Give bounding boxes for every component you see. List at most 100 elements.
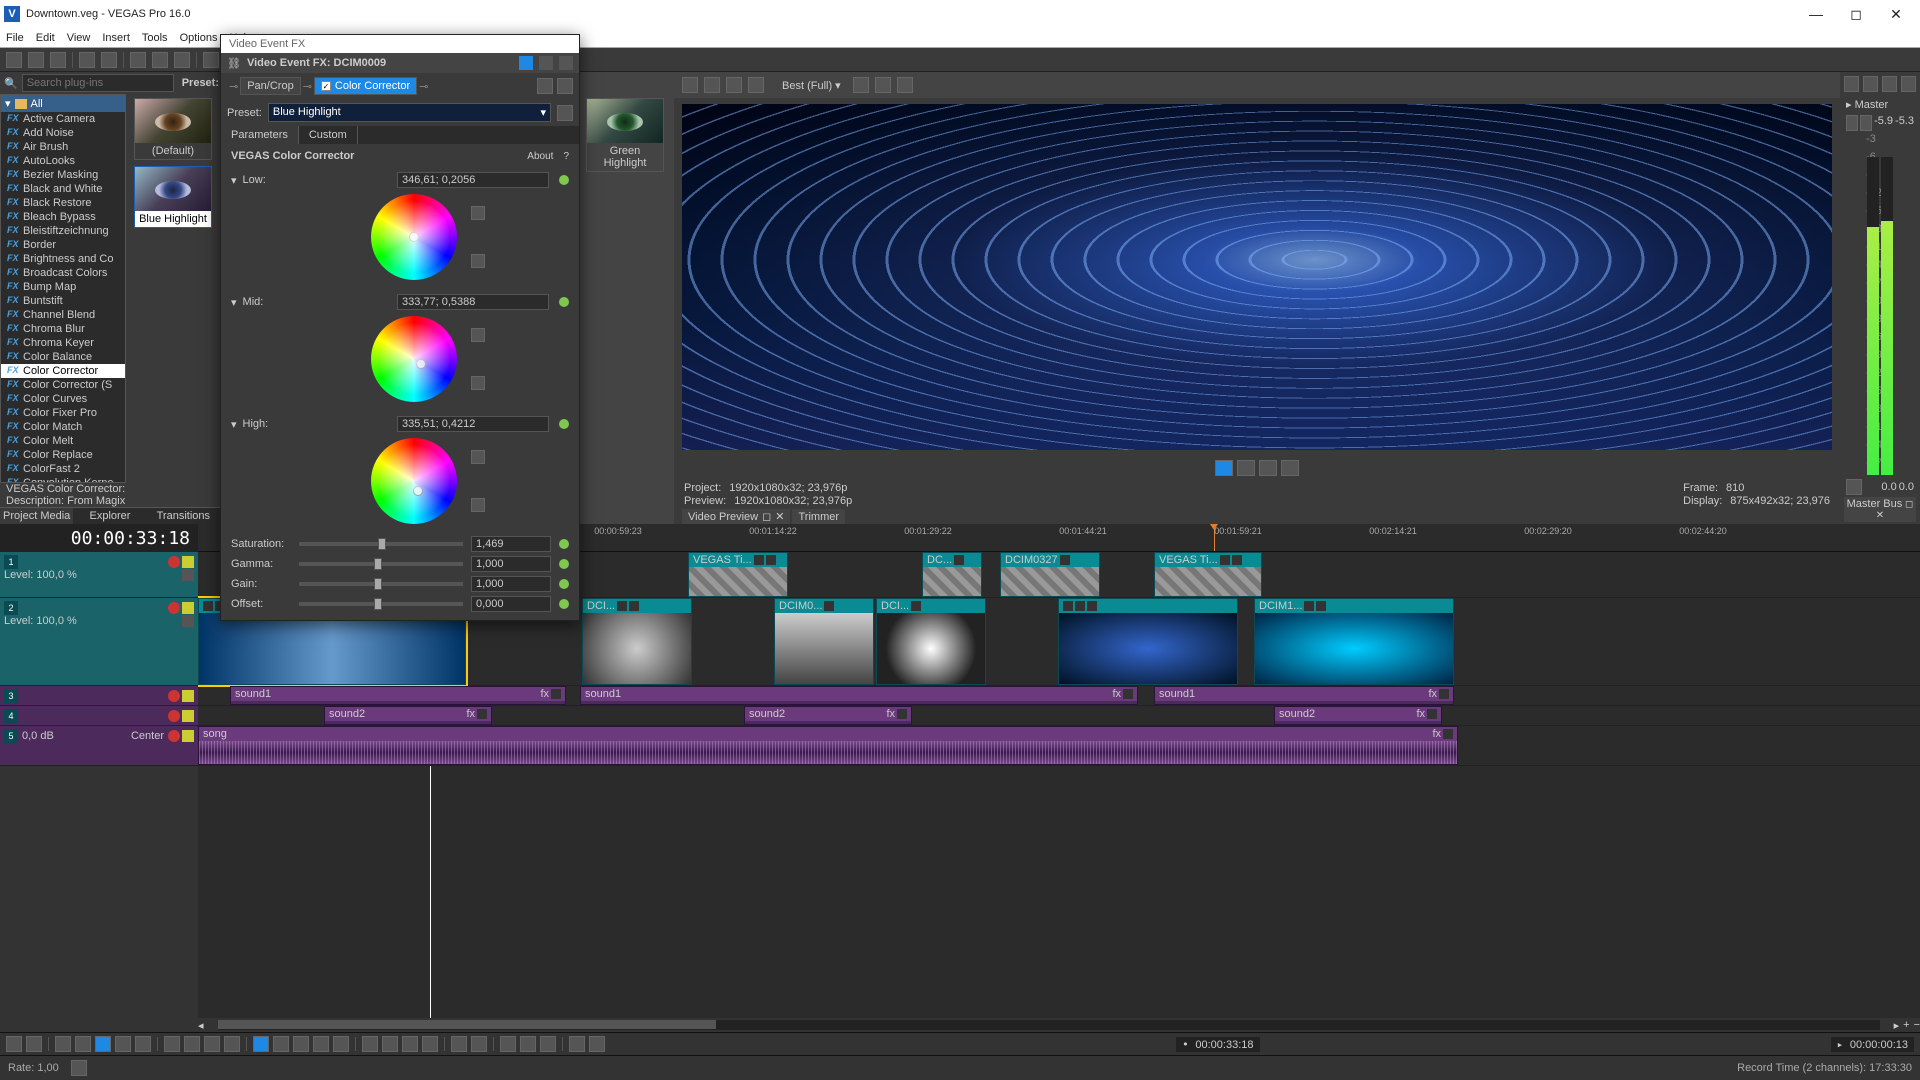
fx-item[interactable]: FXColor Corrector — [1, 364, 125, 378]
undock-icon[interactable]: ◻ — [762, 510, 771, 523]
clip-dcim-a[interactable]: DCI... — [582, 598, 692, 685]
loop-button[interactable] — [26, 1036, 42, 1052]
preview-external-icon[interactable] — [704, 77, 720, 93]
eyedropper-complementary-icon[interactable] — [471, 498, 485, 512]
clip-vegas-title-2[interactable]: VEGAS Ti... — [1154, 552, 1262, 597]
fx-item[interactable]: FXBleach Bypass — [1, 210, 125, 224]
clip-sound2-c[interactable]: sound2fx — [1274, 706, 1442, 725]
fx-item[interactable]: FXAdd Noise — [1, 126, 125, 140]
zoom-edit-button[interactable] — [313, 1036, 329, 1052]
transport-duration[interactable]: ▸ 00:00:00:13 — [1831, 1037, 1914, 1052]
record-button[interactable] — [6, 1036, 22, 1052]
clip-dcim1[interactable]: DCIM1... — [1254, 598, 1454, 685]
clip-sound1-b[interactable]: sound1fx — [580, 686, 1138, 705]
new-button[interactable] — [6, 52, 22, 68]
fx-item[interactable]: FXBezier Masking — [1, 168, 125, 182]
fx-item[interactable]: FXColor Replace — [1, 448, 125, 462]
fx-item[interactable]: FXConvolution Kerne — [1, 476, 125, 483]
low-color-wheel[interactable] — [371, 194, 457, 280]
fx-tree[interactable]: ▾All FXActive CameraFXAdd NoiseFXAir Bru… — [0, 94, 126, 483]
fx-tab-custom[interactable]: Custom — [299, 126, 358, 144]
tab-project-media[interactable]: Project Media — [0, 507, 73, 524]
tab-transitions[interactable]: Transitions — [147, 507, 220, 524]
fx-item[interactable]: FXColor Balance — [1, 350, 125, 364]
menu-view[interactable]: View — [67, 32, 91, 44]
fx-item[interactable]: FXBlack Restore — [1, 196, 125, 210]
preview-grid-icon[interactable] — [853, 77, 869, 93]
keyframe-icon[interactable] — [559, 599, 569, 609]
fx-view-list-icon[interactable] — [559, 56, 573, 70]
track-header-audio-5[interactable]: 50,0 dBCenter — [0, 726, 198, 766]
fx-view-medium-icon[interactable] — [539, 56, 553, 70]
keyframe-icon[interactable] — [559, 297, 569, 307]
clip-song[interactable]: songfx — [198, 726, 1458, 765]
fx-item[interactable]: FXBorder — [1, 238, 125, 252]
select-edit-button[interactable] — [293, 1036, 309, 1052]
fx-item[interactable]: FXColor Melt — [1, 434, 125, 448]
close-button[interactable]: ✕ — [1876, 6, 1916, 23]
eyedropper-icon[interactable] — [471, 450, 485, 464]
track-header-video-2[interactable]: 2 Level: 100,0 % — [0, 598, 198, 686]
timeline-scroll-h[interactable]: ◂▸+− — [0, 1018, 1920, 1032]
status-indicator-icon[interactable] — [71, 1060, 87, 1076]
track-header-video-1[interactable]: 1 Level: 100,0 % — [0, 552, 198, 598]
timecode[interactable]: 00:00:33:18 — [71, 528, 190, 549]
play-start-button[interactable] — [55, 1036, 71, 1052]
clip-sound2-a[interactable]: sound2fx — [324, 706, 492, 725]
keyframe-icon[interactable] — [559, 539, 569, 549]
collapse-icon[interactable]: ▾ — [231, 418, 237, 431]
go-start-button[interactable] — [164, 1036, 180, 1052]
sync-button[interactable] — [500, 1036, 516, 1052]
pause-button[interactable] — [115, 1036, 131, 1052]
region-add[interactable] — [471, 1036, 487, 1052]
low-value-input[interactable] — [397, 172, 549, 188]
fx-add-icon[interactable] — [537, 78, 553, 94]
clip-dcim-c[interactable]: DCI... — [876, 598, 986, 685]
solo-icon[interactable] — [182, 602, 194, 614]
fx-item[interactable]: FXAir Brush — [1, 140, 125, 154]
gain-slider[interactable] — [299, 582, 463, 586]
master-auto-icon[interactable] — [1860, 115, 1872, 131]
fx-preset-save-icon[interactable] — [557, 105, 573, 121]
normal-edit-button[interactable] — [253, 1036, 269, 1052]
fx-chain-color-corrector[interactable]: ✓Color Corrector — [314, 77, 417, 95]
eyedropper-complementary-icon[interactable] — [471, 254, 485, 268]
menu-file[interactable]: File — [6, 32, 24, 44]
eyedropper-icon[interactable] — [471, 328, 485, 342]
fx-item[interactable]: FXBlack and White — [1, 182, 125, 196]
mid-color-wheel[interactable] — [371, 316, 457, 402]
envelope-edit-button[interactable] — [273, 1036, 289, 1052]
playlist-icon[interactable] — [1281, 460, 1299, 476]
offset-slider[interactable] — [299, 602, 463, 606]
auto-ripple-toggle[interactable] — [382, 1036, 398, 1052]
meters-next-icon[interactable] — [1863, 76, 1878, 92]
fx-item[interactable]: FXBuntstift — [1, 294, 125, 308]
high-value-input[interactable] — [397, 416, 549, 432]
preview-quality[interactable]: Best (Full) ▾ — [776, 79, 847, 92]
keyframe-icon[interactable] — [559, 175, 569, 185]
play-icon[interactable] — [1215, 460, 1233, 476]
play-button[interactable] — [75, 1036, 91, 1052]
split-button[interactable] — [589, 1036, 605, 1052]
master-fx-icon[interactable] — [1846, 115, 1858, 131]
clip-sound2-b[interactable]: sound2fx — [744, 706, 912, 725]
preview-safe-icon[interactable] — [897, 77, 913, 93]
lock-toggle[interactable] — [422, 1036, 438, 1052]
fx-item[interactable]: FXBroadcast Colors — [1, 266, 125, 280]
undo-button[interactable] — [203, 52, 219, 68]
fx-item[interactable]: FXAutoLooks — [1, 154, 125, 168]
saturation-slider[interactable] — [299, 542, 463, 546]
fx-root-all[interactable]: ▾All — [1, 95, 125, 112]
high-color-wheel[interactable] — [371, 438, 457, 524]
clip-dcim-b[interactable]: DCIM0... — [774, 598, 874, 685]
minimize-button[interactable]: — — [1796, 6, 1836, 22]
fx-item[interactable]: FXColor Curves — [1, 392, 125, 406]
properties-button[interactable] — [101, 52, 117, 68]
prev-frame-button[interactable] — [204, 1036, 220, 1052]
erase-button[interactable] — [333, 1036, 349, 1052]
preset-green-highlight[interactable]: Green Highlight — [586, 98, 664, 172]
menu-edit[interactable]: Edit — [36, 32, 55, 44]
checkbox-icon[interactable]: ✓ — [321, 81, 331, 91]
keyframe-icon[interactable] — [559, 559, 569, 569]
timeline-body[interactable]: VEGAS Ti... DC... DCIM0327 VEGAS Ti... D… — [198, 552, 1920, 1018]
